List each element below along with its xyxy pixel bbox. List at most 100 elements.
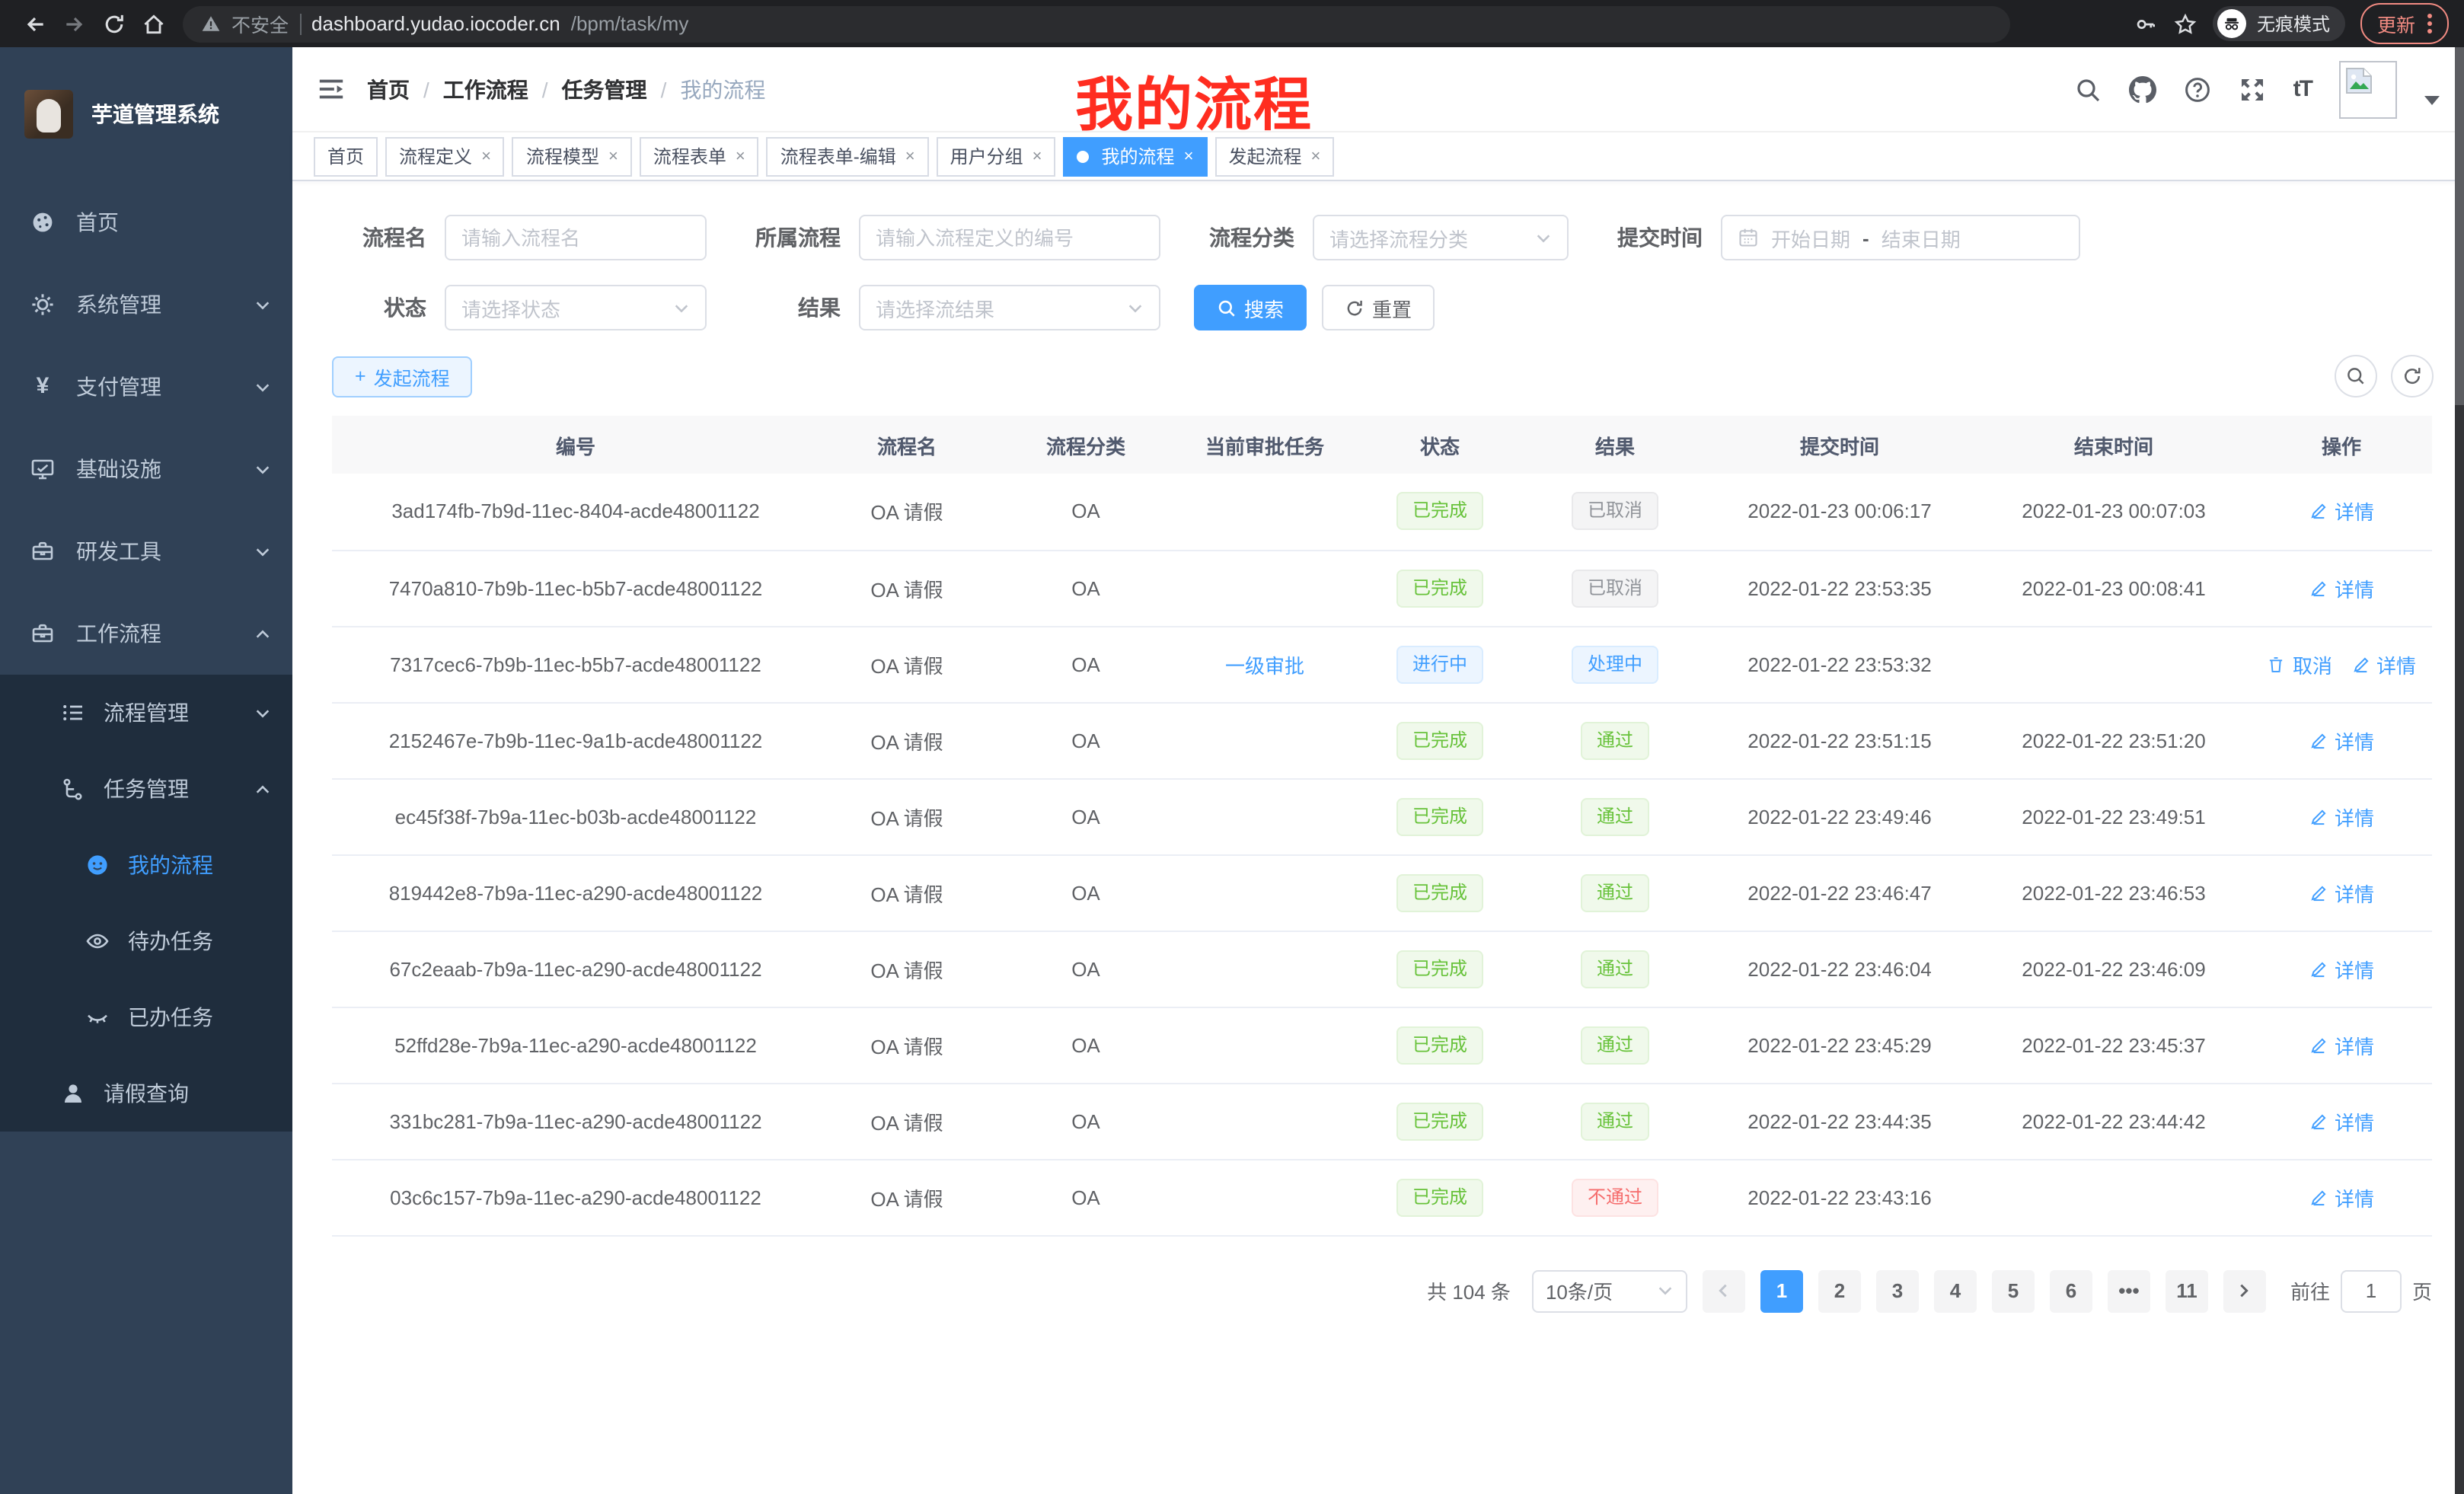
reset-button[interactable]: 重置 bbox=[1322, 285, 1435, 330]
detail-link[interactable]: 详情 bbox=[2309, 1030, 2374, 1059]
tab-my-process[interactable]: 我的流程× bbox=[1064, 136, 1208, 176]
result-badge: 通过 bbox=[1581, 797, 1649, 835]
detail-link[interactable]: 详情 bbox=[2309, 1183, 2374, 1211]
detail-link[interactable]: 详情 bbox=[2309, 954, 2374, 983]
process-category-select[interactable]: 请选择流程分类 bbox=[1313, 215, 1569, 260]
breadcrumb-home[interactable]: 首页 bbox=[367, 74, 410, 104]
sidebar-item-label: 请假查询 bbox=[104, 1078, 271, 1109]
help-icon[interactable] bbox=[2184, 75, 2211, 103]
detail-link[interactable]: 详情 bbox=[2309, 573, 2374, 602]
window-scrollbar[interactable] bbox=[2455, 47, 2464, 1494]
show-search-button[interactable] bbox=[2335, 355, 2377, 397]
app-title: 芋道管理系统 bbox=[91, 99, 219, 129]
close-icon[interactable]: × bbox=[736, 147, 745, 165]
url-bar[interactable]: 不安全 dashboard.yudao.iocoder.cn/bpm/task/… bbox=[183, 5, 2010, 42]
tab-process-form[interactable]: 流程表单× bbox=[640, 136, 759, 176]
sidebar-item-task-mgmt[interactable]: 任务管理 bbox=[0, 751, 292, 827]
sidebar-item-infra[interactable]: 基础设施 bbox=[0, 428, 292, 510]
close-icon[interactable]: × bbox=[1310, 147, 1320, 165]
refresh-table-button[interactable] bbox=[2391, 355, 2434, 397]
sidebar-item-payment[interactable]: ¥ 支付管理 bbox=[0, 346, 292, 428]
date-range-separator: - bbox=[1862, 226, 1869, 249]
status-badge: 已完成 bbox=[1397, 721, 1483, 759]
prev-page-button[interactable] bbox=[1703, 1269, 1745, 1312]
sidebar-item-my-process[interactable]: 我的流程 bbox=[0, 827, 292, 903]
goto-page-input[interactable] bbox=[2341, 1269, 2402, 1312]
avatar-caret-icon[interactable] bbox=[2424, 95, 2440, 104]
detail-link[interactable]: 详情 bbox=[2309, 878, 2374, 907]
col-header-status: 状态 bbox=[1352, 416, 1527, 474]
tab-process-definition[interactable]: 流程定义× bbox=[385, 136, 505, 176]
close-icon[interactable]: × bbox=[481, 147, 491, 165]
chevron-down-icon bbox=[254, 296, 271, 313]
github-icon[interactable] bbox=[2129, 75, 2156, 103]
bookmark-star-icon[interactable] bbox=[2173, 11, 2197, 36]
process-def-input-wrap bbox=[859, 215, 1160, 260]
breadcrumb-workflow[interactable]: 工作流程 bbox=[443, 74, 528, 104]
update-button[interactable]: 更新 bbox=[2360, 3, 2449, 44]
close-icon[interactable]: × bbox=[608, 147, 618, 165]
sidebar-item-devtools[interactable]: 研发工具 bbox=[0, 510, 292, 592]
fullscreen-icon[interactable] bbox=[2239, 75, 2266, 103]
task-link[interactable]: 一级审批 bbox=[1225, 654, 1304, 677]
page-button-5[interactable]: 5 bbox=[1992, 1269, 2035, 1312]
sidebar-item-process-mgmt[interactable]: 流程管理 bbox=[0, 675, 292, 751]
tab-process-model[interactable]: 流程模型× bbox=[512, 136, 632, 176]
breadcrumb-task-mgmt[interactable]: 任务管理 bbox=[562, 74, 647, 104]
select-placeholder: 请选择状态 bbox=[461, 293, 673, 322]
start-process-button[interactable]: + 发起流程 bbox=[332, 356, 473, 397]
cancel-link[interactable]: 取消 bbox=[2267, 650, 2332, 678]
search-icon[interactable] bbox=[2074, 75, 2102, 103]
tab-start-process[interactable]: 发起流程× bbox=[1214, 136, 1334, 176]
col-header-submit-time: 提交时间 bbox=[1703, 416, 1977, 474]
app-logo[interactable]: 芋道管理系统 bbox=[0, 47, 292, 181]
detail-link[interactable]: 详情 bbox=[2309, 497, 2374, 526]
home-icon[interactable] bbox=[134, 4, 174, 43]
date-range-picker[interactable]: 开始日期 - 结束日期 bbox=[1721, 215, 2080, 260]
page-button-3[interactable]: 3 bbox=[1876, 1269, 1919, 1312]
result-label: 结果 bbox=[740, 292, 841, 323]
status-select[interactable]: 请选择状态 bbox=[445, 285, 707, 330]
detail-link[interactable]: 详情 bbox=[2351, 650, 2416, 678]
sidebar-item-done-tasks[interactable]: 已办任务 bbox=[0, 979, 292, 1055]
more-pages-button[interactable]: ••• bbox=[2108, 1269, 2150, 1312]
forward-icon[interactable] bbox=[55, 4, 94, 43]
page-size-select[interactable]: 10条/页 bbox=[1532, 1269, 1687, 1312]
next-page-button[interactable] bbox=[2223, 1269, 2266, 1312]
page-button-11[interactable]: 11 bbox=[2166, 1269, 2208, 1312]
sidebar-item-todo-tasks[interactable]: 待办任务 bbox=[0, 903, 292, 979]
close-icon[interactable]: × bbox=[905, 147, 915, 165]
search-button[interactable]: 搜索 bbox=[1194, 285, 1307, 330]
sidebar-item-label: 支付管理 bbox=[76, 372, 233, 402]
reload-icon[interactable] bbox=[94, 4, 134, 43]
sidebar-item-label: 研发工具 bbox=[76, 536, 233, 567]
page-button-4[interactable]: 4 bbox=[1934, 1269, 1977, 1312]
scrollbar-thumb[interactable] bbox=[2455, 47, 2464, 405]
result-select[interactable]: 请选择流结果 bbox=[859, 285, 1160, 330]
browser-menu-icon[interactable] bbox=[2427, 14, 2432, 34]
page-button-2[interactable]: 2 bbox=[1818, 1269, 1861, 1312]
detail-link[interactable]: 详情 bbox=[2309, 1106, 2374, 1135]
security-label[interactable]: 不安全 bbox=[231, 9, 289, 38]
page-button-1[interactable]: 1 bbox=[1760, 1269, 1803, 1312]
sidebar-item-leave-query[interactable]: 请假查询 bbox=[0, 1055, 292, 1132]
tab-user-group[interactable]: 用户分组× bbox=[937, 136, 1056, 176]
detail-link[interactable]: 详情 bbox=[2309, 726, 2374, 755]
close-icon[interactable]: × bbox=[1184, 147, 1194, 165]
close-icon[interactable]: × bbox=[1033, 147, 1042, 165]
process-name-input[interactable] bbox=[461, 226, 690, 249]
process-def-input[interactable] bbox=[876, 226, 1144, 249]
back-icon[interactable] bbox=[15, 4, 55, 43]
tab-home[interactable]: 首页 bbox=[314, 136, 378, 176]
sidebar-item-system[interactable]: 系统管理 bbox=[0, 263, 292, 346]
breadcrumb-separator: / bbox=[661, 77, 667, 101]
avatar[interactable] bbox=[2339, 60, 2397, 118]
sidebar-item-workflow[interactable]: 工作流程 bbox=[0, 592, 292, 675]
detail-link[interactable]: 详情 bbox=[2309, 802, 2374, 831]
password-key-icon[interactable] bbox=[2134, 11, 2158, 36]
sidebar-collapse-icon[interactable] bbox=[317, 75, 346, 104]
tab-process-form-edit[interactable]: 流程表单-编辑× bbox=[767, 136, 929, 176]
sidebar-item-home[interactable]: 首页 bbox=[0, 181, 292, 263]
font-size-icon[interactable]: tT bbox=[2293, 76, 2312, 102]
page-button-6[interactable]: 6 bbox=[2050, 1269, 2092, 1312]
